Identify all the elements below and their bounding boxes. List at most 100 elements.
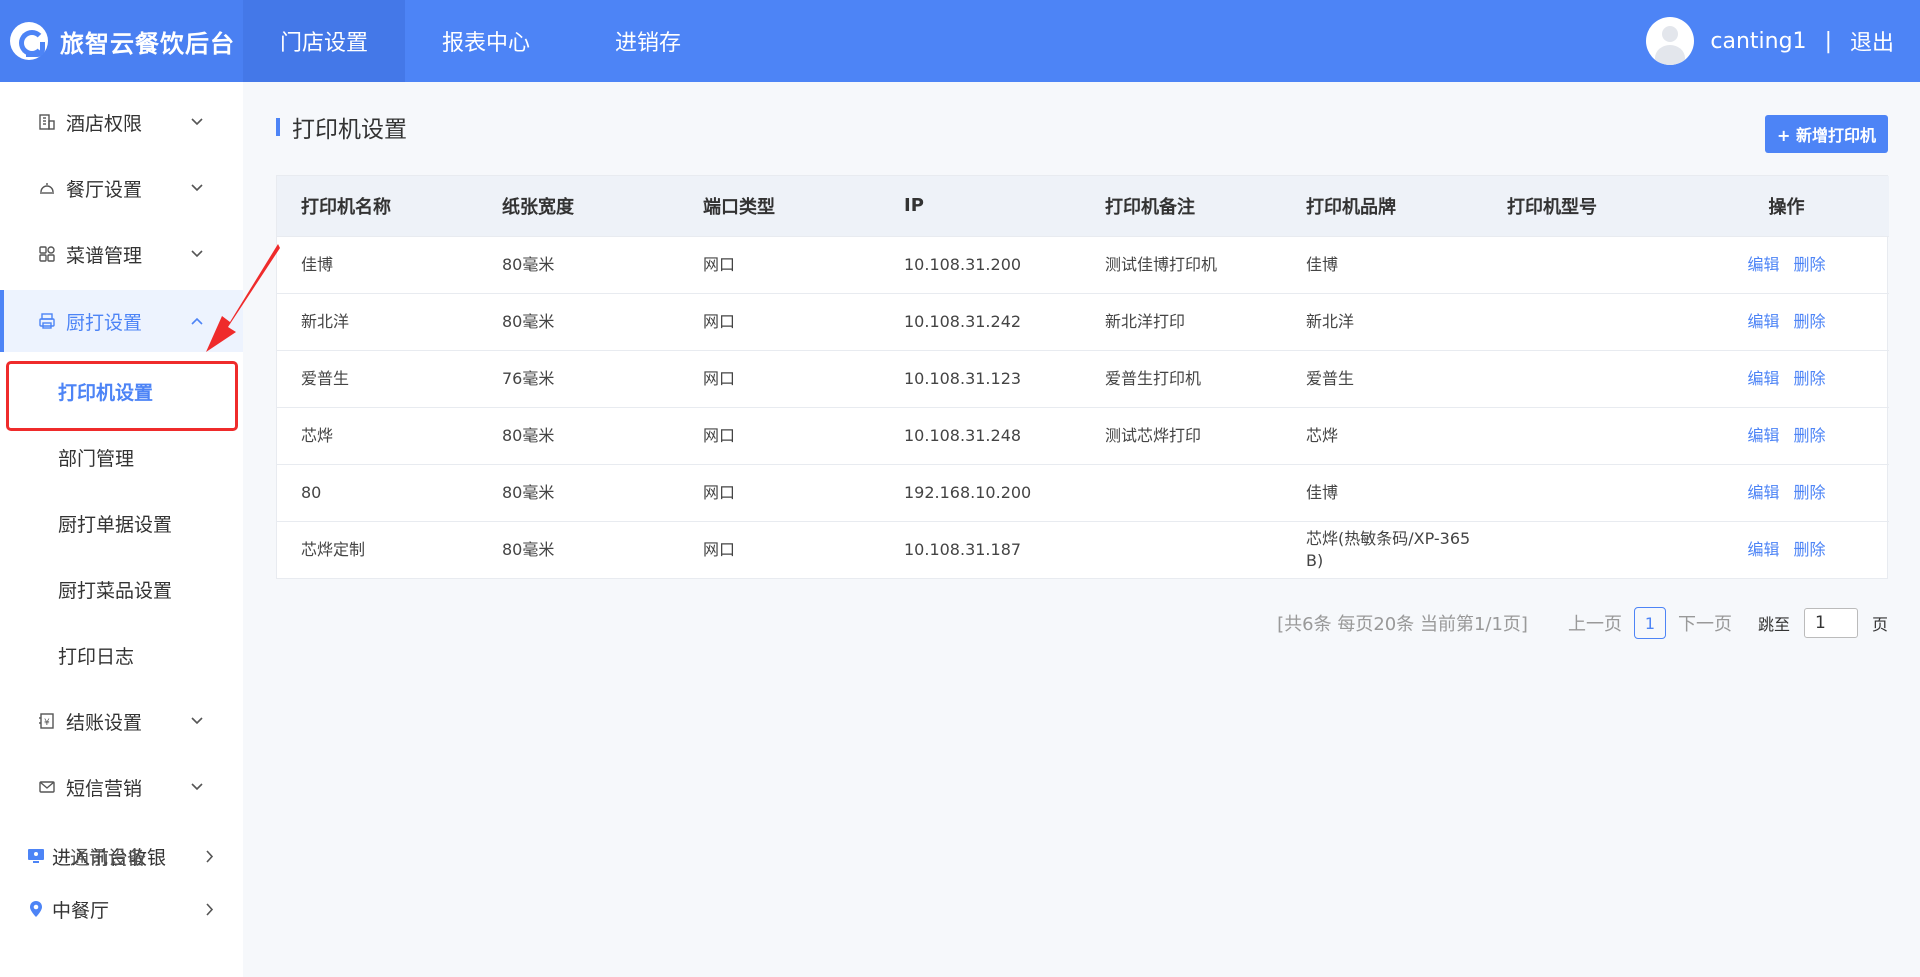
cell-ip: 10.108.31.248: [904, 425, 1022, 445]
delete-link[interactable]: 删除: [1794, 426, 1826, 445]
cell-model: [1483, 236, 1684, 293]
cell-model: [1483, 407, 1684, 464]
nav-tab-store-settings[interactable]: 门店设置: [243, 0, 405, 82]
column-header-paper-width: 纸张宽度: [502, 196, 574, 218]
cell-paper-width: 80毫米: [502, 311, 555, 331]
cell-ip: 192.168.10.200: [904, 482, 1032, 502]
svg-text:¥: ¥: [44, 718, 50, 728]
edit-link[interactable]: 编辑: [1747, 540, 1779, 559]
chevron-right-icon: [200, 902, 220, 916]
edit-link[interactable]: 编辑: [1747, 369, 1779, 388]
sidebar-item-checkout-settings[interactable]: ¥ 结账设置: [0, 690, 243, 752]
username: canting1: [1710, 28, 1807, 54]
cell-name: 新北洋: [301, 311, 350, 331]
jump-label: 跳至: [1757, 615, 1790, 634]
cell-name: 芯烨定制: [301, 539, 366, 559]
cell-model: [1483, 521, 1684, 578]
printer-icon: [36, 310, 58, 332]
chevron-up-icon: [183, 317, 211, 325]
sidebar-subitem-kitchen-receipt-settings[interactable]: 厨打单据设置: [0, 492, 243, 554]
delete-link[interactable]: 删除: [1794, 483, 1826, 502]
nav-tab-report-center[interactable]: 报表中心: [405, 0, 567, 82]
sidebar-item-sms-marketing[interactable]: 短信营销: [0, 756, 243, 818]
cell-paper-width: 80毫米: [502, 482, 555, 502]
page-unit-label: 页: [1871, 615, 1888, 634]
grid-icon: [36, 243, 58, 265]
cell-port-type: 网口: [703, 254, 736, 274]
table-row: 佳博 80毫米 网口 10.108.31.200 测试佳博打印机 佳博 编辑 删除: [277, 236, 1889, 293]
cell-paper-width: 80毫米: [502, 539, 555, 559]
sidebar-subitem-printer-settings[interactable]: 打印机设置: [0, 360, 243, 422]
overlap-text: 通讯设备: [70, 846, 147, 869]
logo[interactable]: 旅智云餐饮后台: [0, 0, 243, 82]
next-page-button[interactable]: 下一页: [1678, 610, 1732, 636]
cell-port-type: 网口: [703, 368, 736, 388]
table-row: 新北洋 80毫米 网口 10.108.31.242 新北洋打印 新北洋 编辑 删除: [277, 293, 1889, 350]
delete-link[interactable]: 删除: [1794, 255, 1826, 274]
logo-icon: [10, 22, 48, 60]
location-selector[interactable]: 中餐厅: [26, 889, 226, 929]
add-printer-button[interactable]: + 新增打印机: [1765, 115, 1888, 153]
page-title: 打印机设置: [276, 112, 407, 143]
sidebar-subitem-department-management[interactable]: 部门管理: [0, 426, 243, 488]
cell-port-type: 网口: [703, 482, 736, 502]
cell-model: [1483, 350, 1684, 407]
cell-brand: 爱普生: [1306, 368, 1355, 388]
cloche-icon: [36, 177, 58, 199]
chevron-down-icon: [183, 783, 211, 791]
cell-actions: 编辑 删除: [1684, 521, 1889, 578]
edit-link[interactable]: 编辑: [1747, 483, 1779, 502]
cell-note: 测试佳博打印机: [1105, 254, 1218, 274]
user-area: canting1 | 退出: [1646, 0, 1894, 82]
table-header-row: 打印机名称 纸张宽度 端口类型 IP 打印机备注 打印机品牌 打印机型号 操作: [277, 176, 1889, 236]
sidebar-item-kitchen-print-settings[interactable]: 厨打设置: [0, 290, 243, 352]
nav-tab-inventory[interactable]: 进销存: [567, 0, 729, 82]
enter-front-cashier-label: 进入前台收银 通讯设备: [52, 843, 200, 870]
sidebar-item-menu-management[interactable]: 菜谱管理: [0, 223, 243, 285]
delete-link[interactable]: 删除: [1794, 540, 1826, 559]
prev-page-button[interactable]: 上一页: [1568, 610, 1622, 636]
cell-name: 80: [301, 482, 322, 502]
sidebar-subitem-kitchen-dish-settings[interactable]: 厨打菜品设置: [0, 558, 243, 620]
table-row: 80 80毫米 网口 192.168.10.200 佳博 编辑 删除: [277, 464, 1889, 521]
edit-link[interactable]: 编辑: [1747, 426, 1779, 445]
enter-front-cashier[interactable]: 进入前台收银 通讯设备: [26, 836, 226, 876]
cell-note: [1081, 464, 1282, 521]
chevron-down-icon: [183, 250, 211, 258]
delete-link[interactable]: 删除: [1794, 312, 1826, 331]
cell-actions: 编辑 删除: [1684, 293, 1889, 350]
cell-note: 爱普生打印机: [1105, 368, 1202, 388]
avatar[interactable]: [1646, 17, 1695, 65]
edit-link[interactable]: 编辑: [1747, 312, 1779, 331]
sidebar-item-restaurant-settings[interactable]: 餐厅设置: [0, 157, 243, 219]
cell-name: 爱普生: [301, 368, 350, 388]
printer-table: 打印机名称 纸张宽度 端口类型 IP 打印机备注 打印机品牌 打印机型号 操作 …: [276, 175, 1889, 579]
logout-button[interactable]: 退出: [1850, 25, 1894, 57]
delete-link[interactable]: 删除: [1794, 369, 1826, 388]
chevron-down-icon: [183, 118, 211, 126]
cell-ip: 10.108.31.200: [904, 254, 1022, 274]
page-number-current[interactable]: 1: [1633, 607, 1666, 639]
cell-port-type: 网口: [703, 311, 736, 331]
column-header-port-type: 端口类型: [703, 196, 775, 218]
cell-actions: 编辑 删除: [1684, 407, 1889, 464]
sidebar-item-label: 厨打设置: [66, 311, 143, 334]
mail-icon: [36, 776, 58, 798]
user-separator: |: [1824, 28, 1832, 54]
sidebar-item-hotel-permission[interactable]: 酒店权限: [0, 91, 243, 153]
column-header-name: 打印机名称: [301, 196, 391, 218]
monitor-icon: [26, 846, 46, 866]
cell-ip: 10.108.31.242: [904, 311, 1022, 331]
edit-link[interactable]: 编辑: [1747, 255, 1779, 274]
cell-brand: 芯烨(热敏条码/XP-365B): [1306, 528, 1471, 570]
column-header-note: 打印机备注: [1105, 196, 1195, 218]
main-content: 打印机设置 + 新增打印机 打印机名称 纸张宽度 端口类型 IP 打印机备注 打…: [243, 82, 1920, 977]
location-label: 中餐厅: [52, 899, 110, 922]
cell-paper-width: 80毫米: [502, 425, 555, 445]
location-pin-icon: [26, 899, 46, 919]
cell-name: 芯烨: [301, 425, 334, 445]
sidebar-item-label: 酒店权限: [66, 112, 143, 135]
jump-page-input[interactable]: [1803, 608, 1858, 638]
cell-model: [1483, 464, 1684, 521]
sidebar-subitem-print-log[interactable]: 打印日志: [0, 624, 243, 686]
